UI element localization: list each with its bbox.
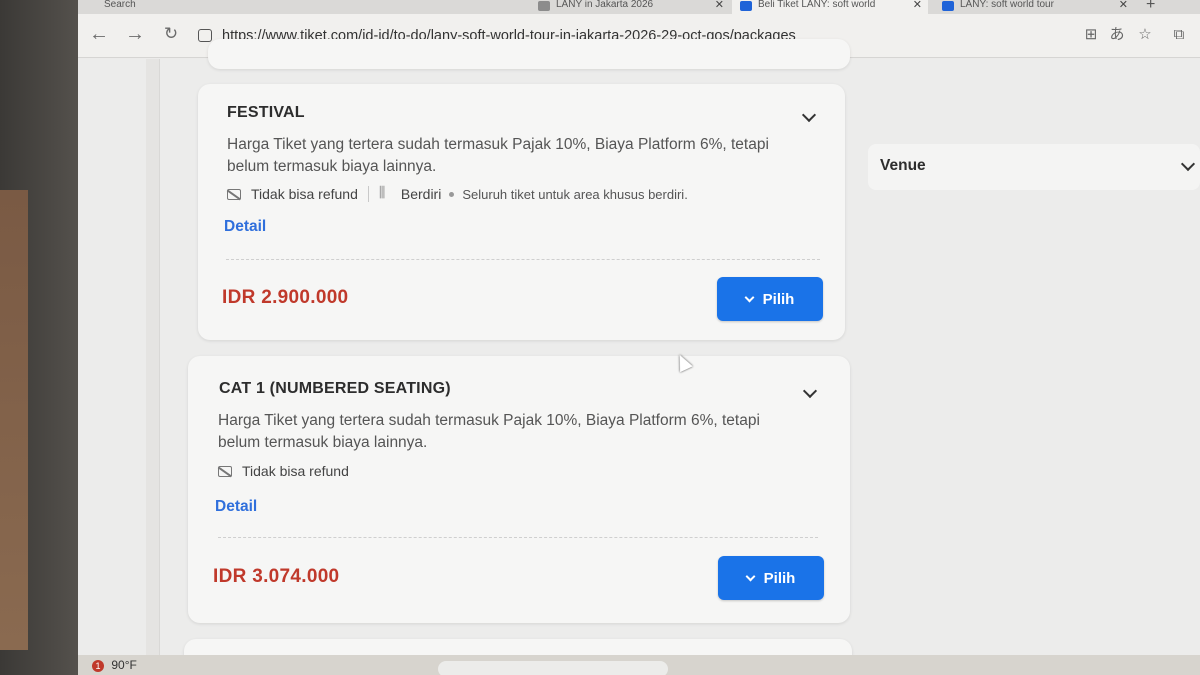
chevron-down-icon xyxy=(744,292,755,302)
browser-window: Search LANY in Jakarta 2026 ✕ Beli Tiket… xyxy=(78,0,1200,675)
tab-lany-jakarta[interactable]: LANY in Jakarta 2026 ✕ xyxy=(530,0,730,14)
package-price: IDR 3.074.000 xyxy=(213,566,340,587)
tab-label: Search xyxy=(104,0,136,10)
site-info-icon[interactable] xyxy=(198,29,212,42)
refund-label: Tidak bisa refund xyxy=(242,463,349,479)
package-title: FESTIVAL xyxy=(227,104,305,121)
package-title: CAT 1 (NUMBERED SEATING) xyxy=(219,380,451,397)
background-desk xyxy=(0,190,28,650)
close-icon[interactable]: ✕ xyxy=(1119,0,1128,11)
tab-label: LANY: soft world tour xyxy=(960,0,1054,10)
back-icon[interactable]: ← xyxy=(86,22,112,48)
chevron-down-icon[interactable] xyxy=(801,109,817,125)
collections-icon[interactable]: ⧉ xyxy=(1168,24,1190,46)
chevron-down-icon xyxy=(1180,158,1196,174)
close-icon[interactable]: ✕ xyxy=(913,0,922,11)
package-meta: Tidak bisa refund Berdiri Seluruh tiket … xyxy=(227,184,688,202)
package-card: FESTIVAL Harga Tiket yang tertera sudah … xyxy=(198,84,845,340)
weather-widget[interactable]: 1 90°F xyxy=(92,658,137,672)
seating-note: Seluruh tiket untuk area khusus berdiri. xyxy=(462,186,688,202)
notification-badge: 1 xyxy=(92,660,104,672)
refund-label: Tidak bisa refund xyxy=(251,186,358,202)
new-tab-icon[interactable]: + xyxy=(1138,0,1168,14)
page-icon xyxy=(538,1,550,11)
button-label: Pilih xyxy=(762,290,795,308)
app-grid-icon[interactable]: ⊞ xyxy=(1080,24,1102,46)
no-refund-icon xyxy=(227,188,241,200)
page-content: FESTIVAL Harga Tiket yang tertera sudah … xyxy=(78,39,1200,669)
bullet xyxy=(449,191,455,197)
detail-link[interactable]: Detail xyxy=(224,218,266,236)
left-panel-edge xyxy=(146,59,160,655)
monitor-bezel xyxy=(0,0,80,675)
package-description: Harga Tiket yang tertera sudah termasuk … xyxy=(218,412,760,451)
tiket-icon xyxy=(740,1,752,11)
divider xyxy=(226,259,820,260)
taskbar-search[interactable] xyxy=(438,661,668,675)
tab-beli-tiket[interactable]: Beli Tiket LANY: soft world ✕ xyxy=(732,0,928,14)
standing-icon xyxy=(379,184,391,201)
taskbar: 1 90°F xyxy=(78,655,1200,675)
tiket-icon xyxy=(942,1,954,11)
venue-accordion[interactable]: Venue xyxy=(868,144,1200,190)
package-meta: Tidak bisa refund xyxy=(218,463,349,479)
chevron-down-icon xyxy=(745,571,756,581)
tab-label: Beli Tiket LANY: soft world xyxy=(758,0,876,10)
tab-strip: Search LANY in Jakarta 2026 ✕ Beli Tiket… xyxy=(78,0,1200,14)
tab-label: LANY in Jakarta 2026 xyxy=(556,0,654,10)
pilih-button[interactable]: Pilih xyxy=(718,556,824,600)
chevron-down-icon[interactable] xyxy=(802,385,818,401)
detail-link[interactable]: Detail xyxy=(215,498,257,516)
forward-icon[interactable]: → xyxy=(122,22,148,48)
favorite-star-icon[interactable]: ☆ xyxy=(1134,24,1156,46)
divider xyxy=(218,537,818,538)
tab-lany-soft-world[interactable]: LANY: soft world tour ✕ xyxy=(934,0,1134,14)
divider xyxy=(367,186,369,202)
pilih-button[interactable]: Pilih xyxy=(717,277,823,321)
translate-icon[interactable]: あ xyxy=(1106,24,1128,46)
package-description: Harga Tiket yang tertera sudah termasuk … xyxy=(227,136,769,175)
package-price: IDR 2.900.000 xyxy=(222,287,349,308)
temperature: 90°F xyxy=(111,658,137,672)
tab-search[interactable]: Search xyxy=(78,0,188,14)
venue-label: Venue xyxy=(880,157,926,174)
button-label: Pilih xyxy=(763,569,796,587)
reload-icon[interactable]: ↻ xyxy=(158,22,184,48)
seating-label: Berdiri xyxy=(400,186,442,202)
previous-package-card xyxy=(208,39,850,69)
no-refund-icon xyxy=(218,465,232,477)
close-icon[interactable]: ✕ xyxy=(715,0,724,11)
package-card: CAT 1 (NUMBERED SEATING) Harga Tiket yan… xyxy=(188,356,850,623)
